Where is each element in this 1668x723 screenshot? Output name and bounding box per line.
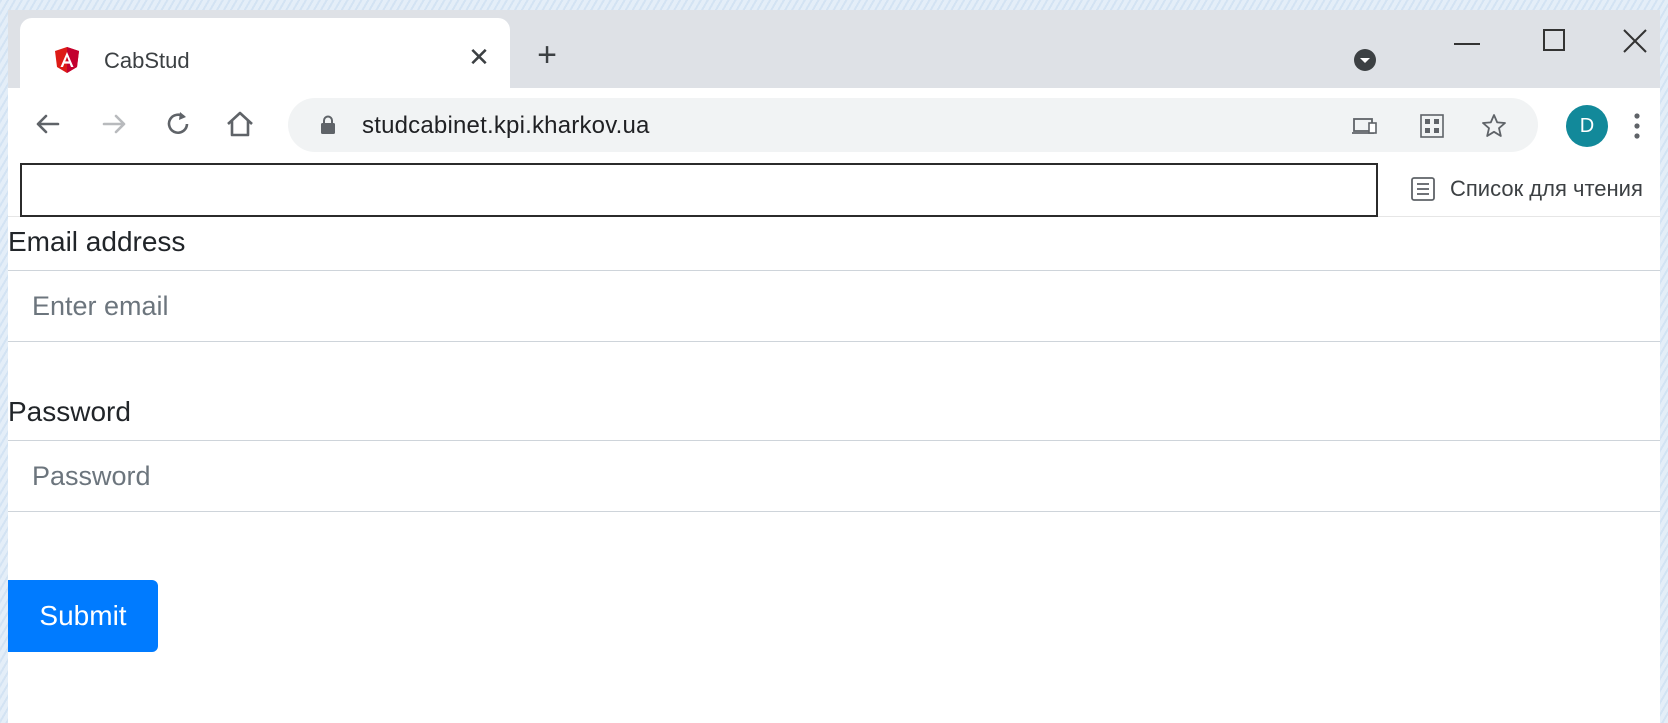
- tab-strip: CabStud ✕ +: [8, 10, 1660, 88]
- reading-list-button[interactable]: Список для чтения: [1410, 174, 1643, 204]
- browser-window: CabStud ✕ + studcabinet.kpi.kharkov.ua D…: [8, 10, 1660, 723]
- email-field[interactable]: [8, 270, 1660, 342]
- minimize-icon[interactable]: [1448, 24, 1488, 64]
- submit-button[interactable]: Submit: [8, 580, 158, 652]
- password-field[interactable]: [8, 440, 1660, 512]
- angular-logo-icon: [55, 47, 79, 73]
- tab-close-icon[interactable]: ✕: [464, 42, 494, 72]
- star-icon[interactable]: [1480, 112, 1508, 140]
- tab-cabstud[interactable]: CabStud ✕: [20, 18, 510, 88]
- email-label: Email address: [8, 226, 186, 257]
- address-bar[interactable]: studcabinet.kpi.kharkov.ua: [288, 98, 1538, 152]
- forward-icon[interactable]: [96, 106, 132, 142]
- password-label: Password: [8, 396, 131, 427]
- profile-avatar[interactable]: D: [1566, 105, 1608, 147]
- reading-list-icon: [1411, 177, 1435, 201]
- reading-list-label: Список для чтения: [1450, 176, 1643, 201]
- url-text[interactable]: studcabinet.kpi.kharkov.ua: [362, 112, 650, 140]
- bookmarks-bar: Список для чтения: [8, 160, 1660, 217]
- lock-icon[interactable]: [320, 115, 336, 135]
- new-tab-button[interactable]: +: [532, 38, 562, 72]
- close-window-icon[interactable]: [1618, 24, 1658, 64]
- qr-code-icon[interactable]: [1418, 112, 1446, 140]
- tab-title: CabStud: [104, 48, 190, 73]
- home-icon[interactable]: [222, 106, 258, 142]
- highlight-box: [20, 163, 1378, 217]
- back-icon[interactable]: [30, 106, 66, 142]
- maximize-icon[interactable]: [1538, 24, 1578, 64]
- reload-icon[interactable]: [160, 106, 196, 142]
- kebab-menu-icon[interactable]: [1632, 112, 1642, 140]
- tab-search-icon[interactable]: [1353, 48, 1377, 72]
- install-app-icon[interactable]: [1351, 112, 1379, 140]
- browser-toolbar: studcabinet.kpi.kharkov.ua D: [8, 88, 1660, 160]
- login-form: Email address Password Submit: [8, 216, 1660, 723]
